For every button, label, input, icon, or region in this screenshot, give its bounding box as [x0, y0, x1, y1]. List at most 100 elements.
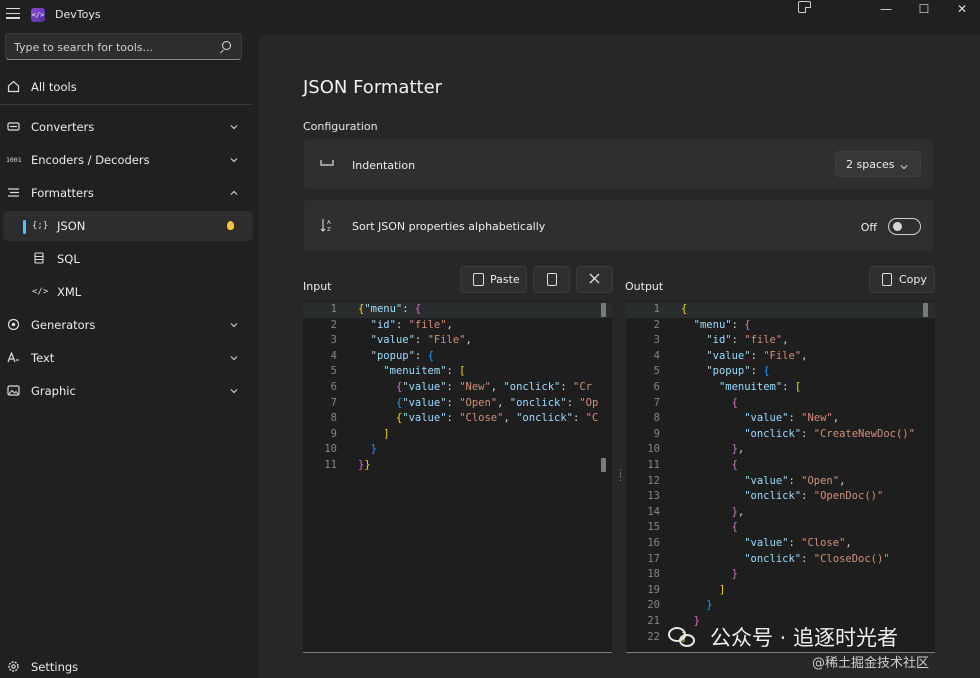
line-number: 20	[647, 599, 660, 612]
indentation-label: Indentation	[352, 159, 416, 172]
tool-search-box[interactable]	[5, 33, 242, 60]
code-line: "value": "Open",	[744, 474, 846, 487]
compact-overlay-icon[interactable]	[798, 1, 811, 13]
sidebar-item-formatters[interactable]: Formatters	[0, 178, 252, 208]
devtoys-logo-icon: </>	[31, 8, 45, 22]
sidebar-item-sql[interactable]: SQL	[0, 244, 252, 274]
code-line: }	[706, 599, 713, 612]
sidebar-item-label: Graphic	[31, 384, 76, 398]
sidebar-item-json[interactable]: {;} JSON	[3, 211, 253, 241]
editor-scrollbar[interactable]	[923, 303, 928, 317]
sql-icon	[32, 252, 46, 266]
chevron-down-icon	[900, 161, 908, 174]
sidebar-item-converters[interactable]: Converters	[0, 112, 252, 142]
sidebar-item-graphic[interactable]: Graphic	[0, 376, 252, 406]
search-input[interactable]	[14, 39, 209, 55]
page-title: JSON Formatter	[303, 77, 443, 98]
code-line: {	[731, 396, 738, 409]
indentation-setting-card: Indentation 2 spaces	[303, 138, 934, 190]
code-line: {	[731, 521, 738, 534]
copy-button[interactable]: Copy	[869, 266, 935, 293]
code-line: {	[681, 303, 688, 315]
generators-icon	[6, 318, 20, 332]
line-number: 12	[647, 474, 660, 487]
line-number: 4	[653, 349, 660, 362]
maximize-button[interactable]: ☐	[904, 0, 944, 18]
minimize-button[interactable]: —	[866, 0, 906, 18]
copy-button-label: Copy	[899, 273, 927, 286]
line-number: 9	[330, 427, 337, 440]
chevron-down-icon[interactable]	[230, 123, 238, 131]
input-label: Input	[303, 280, 332, 293]
code-line: "popup": {	[706, 365, 770, 378]
clipboard-icon	[473, 273, 484, 286]
code-line: "id": "file",	[706, 334, 789, 347]
indentation-dropdown[interactable]: 2 spaces	[835, 151, 921, 177]
code-line: "value": "New",	[744, 412, 840, 425]
open-file-button[interactable]	[533, 266, 570, 293]
graphic-icon	[6, 384, 20, 398]
current-line-highlight	[303, 302, 612, 318]
configuration-heading: Configuration	[303, 120, 378, 133]
editor-scrollbar-thumb[interactable]	[601, 458, 606, 472]
code-line: ]	[383, 427, 390, 440]
sidebar-item-all-tools[interactable]: All tools	[0, 72, 252, 102]
sort-toggle-switch[interactable]	[888, 218, 921, 235]
text-icon	[6, 351, 20, 365]
code-line: "id": "file",	[370, 318, 453, 331]
close-window-button[interactable]: ✕	[942, 0, 980, 18]
sidebar-item-encoders-decoders[interactable]: 1001 Encoders / Decoders	[0, 145, 252, 175]
line-number: 16	[647, 537, 660, 549]
editor-scrollbar[interactable]	[601, 303, 606, 317]
line-number: 13	[647, 490, 660, 503]
clear-button[interactable]	[576, 266, 613, 293]
file-icon	[546, 273, 557, 286]
line-number: 15	[647, 521, 660, 534]
chevron-down-icon[interactable]	[230, 156, 238, 164]
splitter-handle[interactable]: ⋮ ⋮	[616, 470, 625, 484]
code-line: "onclick": "CreateNewDoc()"	[744, 427, 915, 440]
input-editor[interactable]: 1 {"menu": {2 "id": "file", 3 "value": "Fi…	[303, 301, 612, 653]
search-icon[interactable]	[222, 41, 231, 50]
watermark-text: 公众号 · 追逐时光者	[710, 626, 899, 650]
sidebar-item-generators[interactable]: Generators	[0, 310, 252, 340]
sidebar-item-text[interactable]: Text	[0, 343, 252, 373]
settings-label: Settings	[31, 660, 79, 674]
chevron-down-icon[interactable]	[230, 387, 238, 395]
code-line: "menu": {	[693, 318, 751, 331]
code-line: {"value": "Open", "onclick": "Op	[395, 396, 599, 409]
hamburger-menu-icon[interactable]	[6, 8, 20, 20]
code-line: }	[731, 568, 738, 581]
code-line: ]	[718, 583, 726, 596]
lightbulb-icon[interactable]	[227, 221, 234, 230]
code-line: }}	[358, 459, 371, 471]
code-line: "value": "File",	[706, 349, 808, 362]
line-number: 5	[653, 365, 660, 378]
line-number: 7	[653, 396, 660, 409]
converters-icon	[6, 120, 20, 134]
line-number: 6	[653, 381, 660, 393]
chevron-down-icon[interactable]	[230, 354, 238, 362]
sidebar-item-label: Formatters	[31, 186, 94, 200]
output-editor[interactable]: 1 {2 "menu": {3 "id": "file", 4 "value": "…	[626, 301, 935, 653]
line-number: 11	[324, 459, 337, 471]
line-number: 2	[653, 318, 660, 331]
output-label: Output	[625, 280, 664, 293]
paste-button[interactable]: Paste	[460, 266, 527, 293]
sidebar-item-xml[interactable]: </> XML	[0, 277, 252, 307]
chevron-down-icon[interactable]	[230, 321, 238, 329]
code-line: {"menu": {	[358, 303, 422, 315]
line-number: 18	[647, 568, 660, 581]
code-line: {"value": "Close", "onclick": "C	[395, 412, 599, 425]
chevron-up-icon[interactable]	[230, 189, 238, 197]
sidebar-item-settings[interactable]: Settings	[0, 652, 252, 678]
sort-setting-card: AZ Sort JSON properties alphabetically O…	[303, 199, 934, 251]
line-number: 22	[647, 630, 660, 643]
code-line: "onclick": "CloseDoc()"	[744, 552, 890, 565]
line-number: 6	[330, 381, 337, 393]
line-number: 5	[330, 365, 337, 378]
current-line-highlight	[626, 302, 935, 318]
title-bar: </> DevToys — ☐ ✕	[0, 0, 980, 30]
code-line: },	[731, 443, 745, 456]
line-number: 1	[330, 303, 337, 315]
